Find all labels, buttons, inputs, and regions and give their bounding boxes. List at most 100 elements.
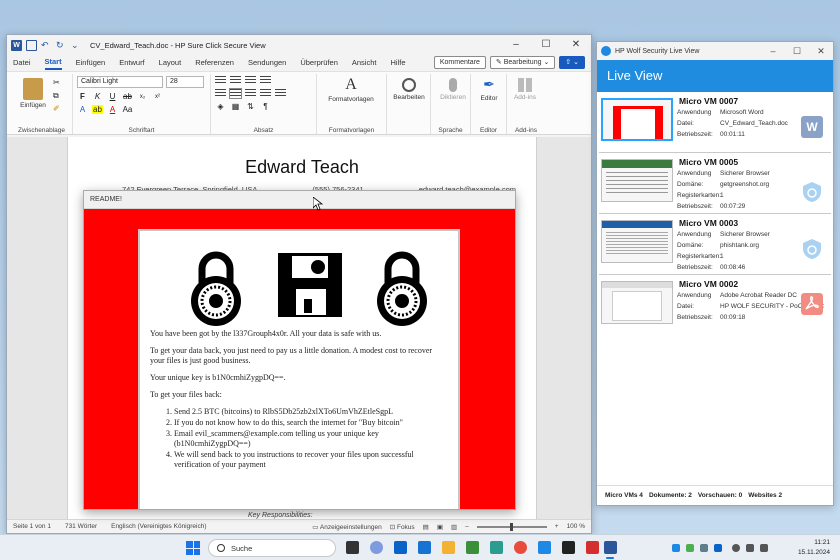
focus-button[interactable]: ⊡ Fokus [390, 523, 415, 531]
multilevel-list-icon[interactable] [245, 76, 256, 85]
copilot-icon[interactable] [370, 541, 383, 554]
tab-einfuegen[interactable]: Einfügen [76, 58, 106, 69]
close-button[interactable]: ✕ [809, 42, 833, 60]
align-left-icon[interactable] [215, 89, 226, 98]
font-color-icon[interactable]: A [107, 105, 118, 114]
terminal-icon[interactable] [562, 541, 575, 554]
file-explorer-icon[interactable] [442, 541, 455, 554]
share-button[interactable]: ⇧ ⌄ [559, 56, 585, 69]
web-layout-icon[interactable]: ▥ [451, 523, 457, 531]
tray-hp-icon[interactable] [672, 544, 680, 552]
tray-app-icon[interactable] [714, 544, 722, 552]
justify-icon[interactable] [260, 89, 271, 98]
text-effects-icon[interactable]: A [77, 105, 88, 114]
tab-referenzen[interactable]: Referenzen [195, 58, 234, 69]
language-indicator[interactable]: Englisch (Vereinigtes Königreich) [111, 523, 206, 530]
outlook-icon[interactable] [394, 541, 407, 554]
vm-thumbnail[interactable] [601, 281, 673, 324]
bold-icon[interactable]: F [77, 92, 88, 101]
indent-icon[interactable] [260, 76, 271, 85]
edge-icon[interactable] [466, 541, 479, 554]
comments-button[interactable]: Kommentare [433, 56, 486, 69]
teams-icon[interactable] [490, 541, 503, 554]
zoom-level[interactable]: 100 % [567, 523, 585, 530]
task-view-icon[interactable] [346, 541, 359, 554]
print-layout-icon[interactable]: ▣ [437, 523, 443, 531]
align-right-icon[interactable] [245, 89, 256, 98]
pilcrow-icon[interactable]: ¶ [260, 102, 271, 111]
maximize-button[interactable]: ☐ [531, 35, 561, 55]
bullets-icon[interactable] [215, 76, 226, 85]
volume-icon[interactable] [746, 544, 754, 552]
tab-start[interactable]: Start [44, 57, 62, 70]
tab-layout[interactable]: Layout [159, 58, 182, 69]
zoom-slider-knob[interactable] [509, 522, 513, 531]
addins-button[interactable]: Add-ins [511, 74, 539, 101]
customize-toolbar-icon[interactable]: ⌄ [71, 40, 82, 51]
undo-icon[interactable]: ↶ [41, 40, 52, 51]
vm-card[interactable]: Micro VM 0007 Anwendung Microsoft Word Da… [599, 92, 831, 153]
maximize-button[interactable]: ☐ [785, 42, 809, 60]
battery-icon[interactable] [760, 544, 768, 552]
clock[interactable]: 11:21 15.11.2024 [798, 538, 830, 558]
tray-app-icon[interactable] [700, 544, 708, 552]
cut-icon[interactable]: ✂ [53, 78, 60, 87]
align-center-icon[interactable] [229, 88, 242, 99]
numbering-icon[interactable] [230, 76, 241, 85]
strikethrough-icon[interactable]: ab [122, 92, 133, 101]
vm-thumbnail[interactable] [601, 98, 673, 141]
read-mode-icon[interactable]: ▤ [423, 523, 429, 531]
chrome-icon[interactable] [514, 541, 527, 554]
sort-icon[interactable]: ⇅ [245, 102, 256, 111]
redo-icon[interactable]: ↻ [56, 40, 67, 51]
editing-mode-button[interactable]: ✎ Bearbeitung ⌄ [489, 56, 556, 69]
edit-button[interactable]: Bearbeiten [391, 74, 427, 101]
vm-card[interactable]: Micro VM 0005 Anwendung Sicherer Browser … [599, 153, 831, 214]
highlight-icon[interactable]: ab [92, 105, 103, 114]
copy-icon[interactable]: ⧉ [53, 91, 59, 101]
line-spacing-icon[interactable] [275, 89, 286, 98]
zoom-out-button[interactable]: – [465, 523, 469, 530]
taskbar-search-box[interactable]: Suche [208, 539, 336, 557]
tab-ueberpruefen[interactable]: Überprüfen [300, 58, 338, 69]
save-icon[interactable] [26, 39, 37, 51]
vm-card[interactable]: Micro VM 0002 Anwendung Adobe Acrobat Rea… [599, 275, 831, 336]
zoom-in-button[interactable]: + [555, 523, 559, 530]
hp-wolf-icon[interactable] [538, 541, 551, 554]
tab-sendungen[interactable]: Sendungen [248, 58, 286, 69]
tab-datei[interactable]: Datei [13, 58, 31, 69]
vm-thumbnail[interactable] [601, 220, 673, 263]
font-size-select[interactable]: 28 [166, 76, 204, 88]
vm-thumbnail[interactable] [601, 159, 673, 202]
start-button[interactable] [186, 541, 200, 555]
minimize-button[interactable]: – [501, 35, 531, 55]
acrobat-icon[interactable] [586, 541, 599, 554]
editor-button[interactable]: ✒ Editor [475, 74, 503, 102]
vm-field-value: Sicherer Browser [720, 231, 770, 238]
format-painter-icon[interactable]: ✐ [53, 104, 60, 113]
minimize-button[interactable]: – [761, 42, 785, 60]
paste-button[interactable]: Einfügen [15, 74, 51, 109]
addins-group-label: Add-ins [514, 127, 538, 134]
dictate-button[interactable]: Diktieren [435, 74, 471, 101]
wifi-icon[interactable] [732, 544, 740, 552]
font-name-select[interactable]: Calibri Light [77, 76, 163, 88]
display-settings-button[interactable]: ▭ Anzeigeeinstellungen [312, 523, 381, 531]
tab-entwurf[interactable]: Entwurf [119, 58, 144, 69]
tab-hilfe[interactable]: Hilfe [390, 58, 405, 69]
borders-icon[interactable]: ▦ [230, 102, 241, 111]
font-grow-icon[interactable]: Aa [122, 105, 133, 114]
word-icon[interactable] [604, 541, 617, 554]
mail-icon[interactable] [418, 541, 431, 554]
tab-ansicht[interactable]: Ansicht [352, 58, 377, 69]
superscript-icon[interactable]: x² [152, 94, 163, 100]
zoom-slider[interactable] [476, 522, 547, 531]
italic-icon[interactable]: K [92, 92, 103, 101]
vm-card[interactable]: Micro VM 0003 Anwendung Sicherer Browser … [599, 214, 831, 275]
subscript-icon[interactable]: x₂ [137, 94, 148, 100]
styles-button[interactable]: A Formatvorlagen [321, 74, 381, 103]
shading-icon[interactable]: ◈ [215, 102, 226, 111]
close-button[interactable]: ✕ [561, 35, 591, 55]
underline-icon[interactable]: U [107, 92, 118, 101]
tray-app-icon[interactable] [686, 544, 694, 552]
